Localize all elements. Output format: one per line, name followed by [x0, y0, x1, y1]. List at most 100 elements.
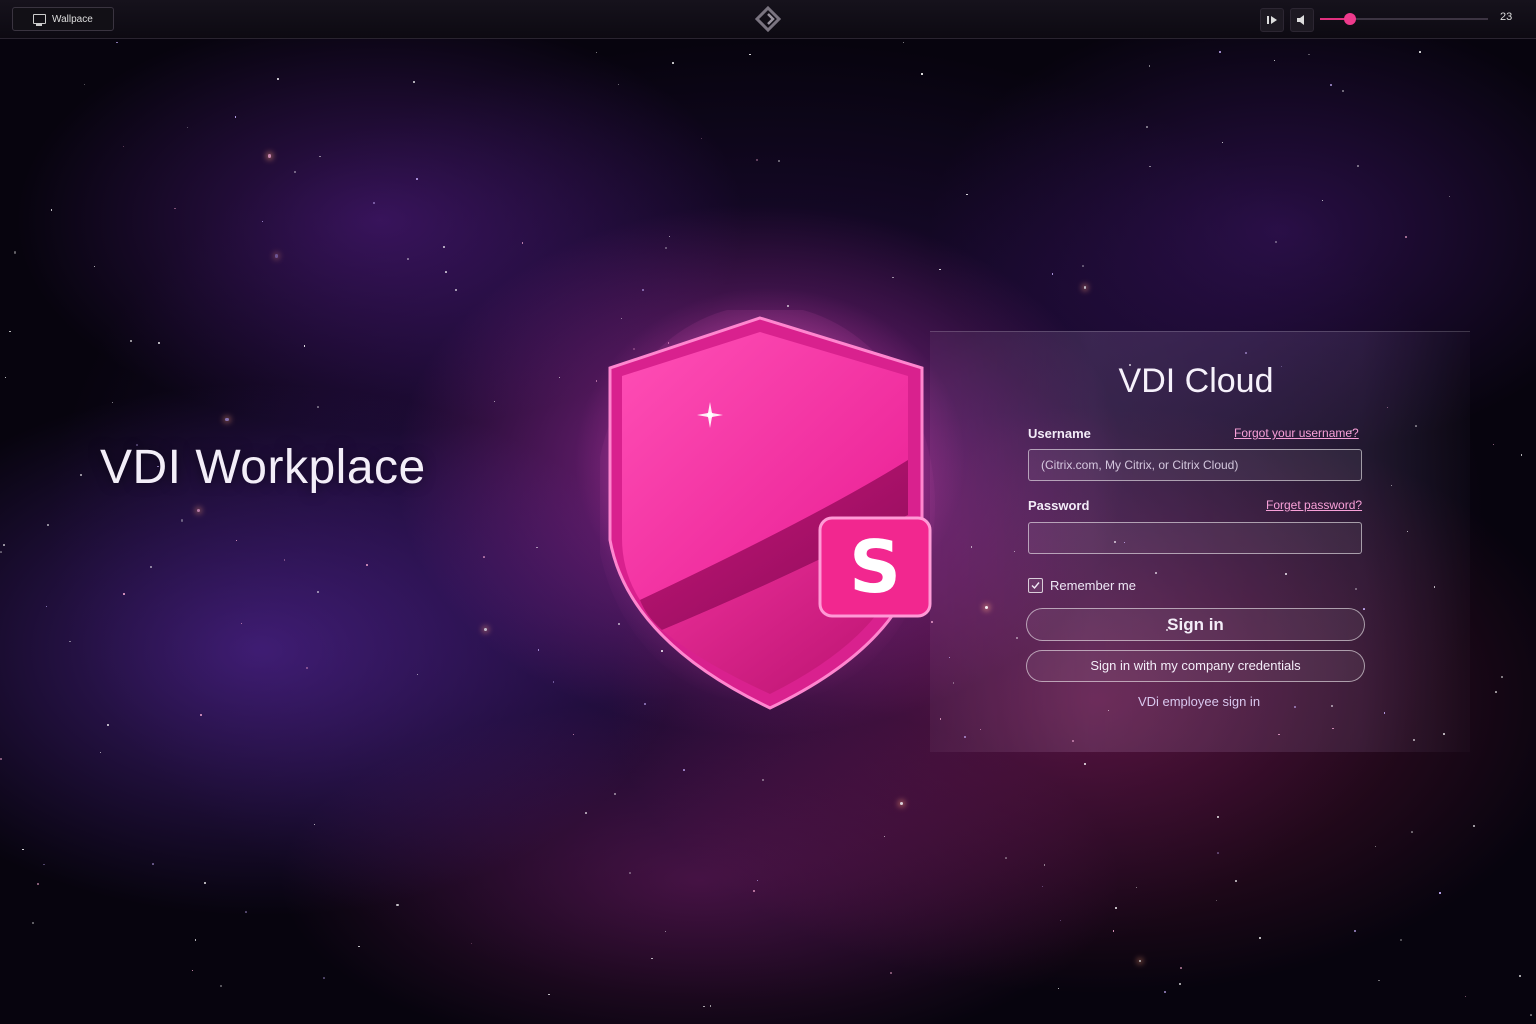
- remember-me-label: Remember me: [1050, 578, 1136, 593]
- star: [4, 376, 7, 379]
- password-input[interactable]: [1028, 522, 1362, 554]
- star: [13, 251, 17, 254]
- star: [8, 330, 11, 333]
- company-sign-in-button[interactable]: Sign in with my company credentials: [1026, 650, 1365, 682]
- star: [665, 931, 667, 933]
- star: [293, 170, 296, 174]
- star: [225, 417, 229, 422]
- star: [1083, 286, 1087, 289]
- star: [703, 1005, 705, 1008]
- star: [0, 757, 3, 760]
- star: [235, 539, 237, 541]
- star: [43, 863, 45, 866]
- star: [1492, 444, 1495, 446]
- star: [181, 519, 184, 522]
- star: [756, 880, 758, 882]
- star: [1439, 892, 1441, 894]
- star: [1529, 1013, 1532, 1016]
- star: [1274, 60, 1276, 62]
- star: [186, 127, 188, 129]
- star: [1180, 966, 1182, 969]
- play-pause-button[interactable]: [1260, 8, 1284, 32]
- star: [0, 551, 2, 554]
- star: [323, 977, 325, 979]
- username-input[interactable]: [1028, 449, 1362, 481]
- star: [316, 405, 319, 408]
- star: [1135, 886, 1138, 889]
- star: [1051, 273, 1054, 275]
- volume-knob[interactable]: [1344, 13, 1357, 25]
- star: [3, 544, 5, 546]
- star: [483, 556, 486, 559]
- star: [100, 752, 102, 754]
- star: [1057, 988, 1059, 990]
- star: [552, 681, 555, 683]
- star: [1115, 906, 1118, 909]
- star: [122, 146, 124, 148]
- volume-slider[interactable]: [1320, 13, 1488, 25]
- star: [277, 77, 280, 81]
- star: [672, 62, 674, 64]
- star: [1083, 763, 1086, 766]
- star: [1375, 845, 1377, 847]
- star: [112, 402, 114, 404]
- star: [445, 271, 447, 273]
- star: [521, 242, 524, 244]
- top-bar: Wallpace 23: [0, 0, 1536, 39]
- star: [1419, 51, 1421, 53]
- star: [274, 254, 279, 259]
- counter-readout: 23: [1500, 11, 1513, 23]
- star: [1357, 165, 1359, 167]
- star: [1235, 880, 1237, 882]
- star: [245, 911, 247, 914]
- star: [152, 863, 154, 865]
- star: [1405, 235, 1408, 238]
- star: [1221, 142, 1223, 144]
- star: [455, 289, 457, 292]
- speaker-button[interactable]: [1290, 8, 1314, 32]
- shield-logo-icon: S: [600, 310, 935, 710]
- star: [1321, 199, 1324, 202]
- star: [701, 138, 703, 140]
- star: [1217, 816, 1219, 818]
- remember-me-checkbox[interactable]: [1028, 578, 1043, 593]
- star: [303, 345, 306, 347]
- star: [32, 922, 35, 925]
- star: [319, 155, 321, 158]
- forgot-password-link[interactable]: Forget password?: [1266, 498, 1362, 512]
- star: [762, 779, 764, 781]
- star: [1448, 195, 1451, 198]
- sign-in-button[interactable]: Sign in: [1026, 608, 1365, 641]
- star: [535, 546, 538, 549]
- star: [407, 258, 410, 261]
- star: [483, 628, 488, 632]
- star: [268, 154, 272, 158]
- star: [1217, 852, 1219, 854]
- workspace-button[interactable]: Wallpace: [12, 7, 114, 31]
- star: [317, 591, 320, 594]
- star: [1146, 126, 1149, 128]
- star: [642, 288, 645, 291]
- star: [902, 41, 905, 44]
- monitor-icon: [33, 14, 46, 26]
- star: [572, 733, 574, 736]
- star: [240, 622, 243, 625]
- star: [191, 969, 193, 971]
- star: [116, 41, 118, 43]
- star: [629, 871, 631, 874]
- workplace-headline: VDI Workplace: [100, 441, 426, 494]
- star: [313, 823, 316, 826]
- panel-title: VDI Cloud: [1118, 362, 1274, 400]
- forgot-username-link[interactable]: Forgot your username?: [1234, 426, 1359, 440]
- star: [69, 641, 71, 643]
- star: [595, 52, 597, 54]
- star: [787, 305, 790, 308]
- star: [889, 972, 892, 974]
- star: [1472, 824, 1475, 827]
- star: [883, 835, 885, 837]
- star: [1500, 675, 1503, 678]
- employee-sign-in-link[interactable]: VDi employee sign in: [1026, 694, 1372, 709]
- star: [203, 882, 206, 885]
- star: [1112, 929, 1115, 932]
- star: [21, 848, 24, 851]
